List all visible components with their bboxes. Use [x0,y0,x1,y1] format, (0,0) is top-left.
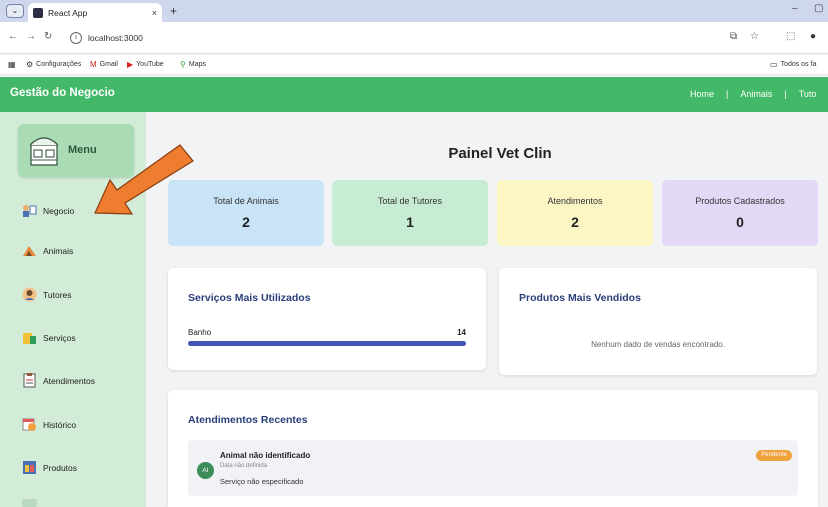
products-panel: Produtos Mais Vendidos Nenhum dado de ve… [499,268,817,375]
sidebar-item-label: Atendimentos [43,375,95,386]
sidebar-item-label: Produtos [43,462,78,473]
app-title: Gestão do Negocio [10,87,115,99]
minimize-icon[interactable]: – [792,3,798,14]
menu-header[interactable]: Menu [18,124,134,177]
sidebar-item-label: Tutores [43,289,72,300]
profile-avatar-icon[interactable]: ● [810,31,816,42]
gmail-icon: M [90,60,97,69]
bookmark-settings[interactable]: ⚙ Configurações [26,60,81,69]
reload-icon[interactable]: ↻ [44,31,52,42]
sidebar-item-label: Negocio [43,205,75,216]
recent-appointment-row[interactable]: AI Animal não identificado Data não defi… [188,440,798,496]
sidebar-item-label: Animais [43,245,74,256]
status-badge: Pendente [756,450,792,461]
nav-animais[interactable]: Animais [740,89,772,99]
appointment-service: Serviço não especificado [220,477,304,486]
sidebar-item-animais[interactable]: Animais [22,243,73,258]
browser-tab[interactable]: React App × [28,3,162,22]
service-bar-label: Banho [188,328,212,337]
business-icon [23,205,37,217]
tab-close-icon[interactable]: × [152,8,157,18]
top-nav: Home | Animais | Tuto [690,89,816,99]
page-title: Painel Vet Clin [448,145,552,162]
service-bar-value: 14 [457,328,466,337]
address-bar-row: ← → ↻ i localhost:3000 ⧉ ☆ ⬚ ● [0,22,828,54]
products-icon [23,461,36,474]
sidebar-item-servicos[interactable]: Serviços [22,330,76,345]
tutors-icon [22,287,37,302]
stat-label: Total de Tutores [377,196,443,206]
products-empty-message: Nenhum dado de vendas encontrado. [591,340,725,349]
services-panel: Serviços Mais Utilizados Banho 14 [168,268,486,370]
history-icon [22,418,36,431]
recent-panel: Atendimentos Recentes AI Animal não iden… [168,390,818,507]
stat-card-tutores: Total de Tutores 1 [332,180,488,246]
stat-value: 1 [406,214,414,230]
new-tab-button[interactable]: + [170,4,177,18]
stat-value: 2 [242,214,250,230]
stat-card-animais: Total de Animais 2 [168,180,324,246]
service-bar-fill [188,341,466,346]
forward-icon[interactable]: → [26,31,36,42]
nav-separator: | [726,89,729,99]
appointments-icon [23,373,36,388]
sidebar-item-produtos[interactable]: Produtos [22,460,77,475]
bookmark-star-icon[interactable]: ☆ [750,31,759,42]
menu-label: Menu [68,144,97,156]
bookmark-youtube[interactable]: ▶ YouTube [127,60,164,69]
apps-grid-icon[interactable]: ▦ [8,60,16,69]
app-header: Gestão do Negocio Home | Animais | Tuto [0,77,828,112]
all-bookmarks[interactable]: ▭ Todos os fa [770,60,816,69]
animals-icon [23,246,36,256]
tab-title: React App [48,7,88,18]
restore-icon[interactable]: ▢ [814,3,823,14]
products-title: Produtos Mais Vendidos [519,292,641,304]
stat-card-produtos: Produtos Cadastrados 0 [662,180,818,246]
browser-tab-bar: ⌄ React App × + – ▢ [0,0,828,22]
sidebar-item-label: Histórico [43,419,77,430]
translate-icon[interactable]: ⧉ [730,31,737,42]
gear-icon: ⚙ [26,60,34,69]
sidebar-item-atendimentos[interactable]: Atendimentos [22,373,95,388]
appointment-animal: Animal não identificado [220,451,311,460]
react-favicon-icon [33,7,43,18]
sidebar: Menu Negocio Animais Tutores Serviços At… [0,112,146,507]
stat-value: 0 [736,214,744,230]
bookmark-gmail[interactable]: M Gmail [90,60,118,69]
back-icon[interactable]: ← [8,31,18,42]
youtube-icon: ▶ [127,60,134,69]
nav-tutores[interactable]: Tuto [799,89,817,99]
site-info-icon[interactable]: i [70,32,82,44]
stat-label: Atendimentos [547,196,603,206]
url-text: localhost:3000 [88,33,143,43]
stat-label: Total de Animais [213,196,279,206]
sidebar-item-label: Serviços [43,332,76,343]
appointment-date: Data não definida [220,463,268,469]
bookmarks-bar: ▦ ⚙ Configurações M Gmail ▶ YouTube ⚲ Maps ▭… [0,55,828,75]
nav-separator: | [784,89,787,99]
sidebar-item-negocio[interactable]: Negocio [22,203,74,218]
services-title: Serviços Mais Utilizados [188,292,311,304]
services-icon [23,333,36,344]
service-bar-track [188,341,466,346]
url-field[interactable]: i localhost:3000 [64,27,764,49]
stat-label: Produtos Cadastrados [695,196,785,206]
sidebar-item-tutores[interactable]: Tutores [22,287,72,302]
sidebar-more-icon [22,499,37,507]
recent-title: Atendimentos Recentes [188,414,308,426]
extensions-icon[interactable]: ⬚ [786,31,795,42]
stat-value: 2 [571,214,579,230]
folder-icon: ▭ [770,60,778,69]
maps-pin-icon: ⚲ [180,60,186,69]
tab-search-button[interactable]: ⌄ [6,4,24,18]
bookmark-maps[interactable]: ⚲ Maps [180,60,206,69]
store-icon [29,137,59,166]
stat-card-atendimentos: Atendimentos 2 [497,180,653,246]
nav-home[interactable]: Home [690,89,714,99]
avatar: AI [197,462,214,479]
sidebar-item-historico[interactable]: Histórico [22,417,76,432]
